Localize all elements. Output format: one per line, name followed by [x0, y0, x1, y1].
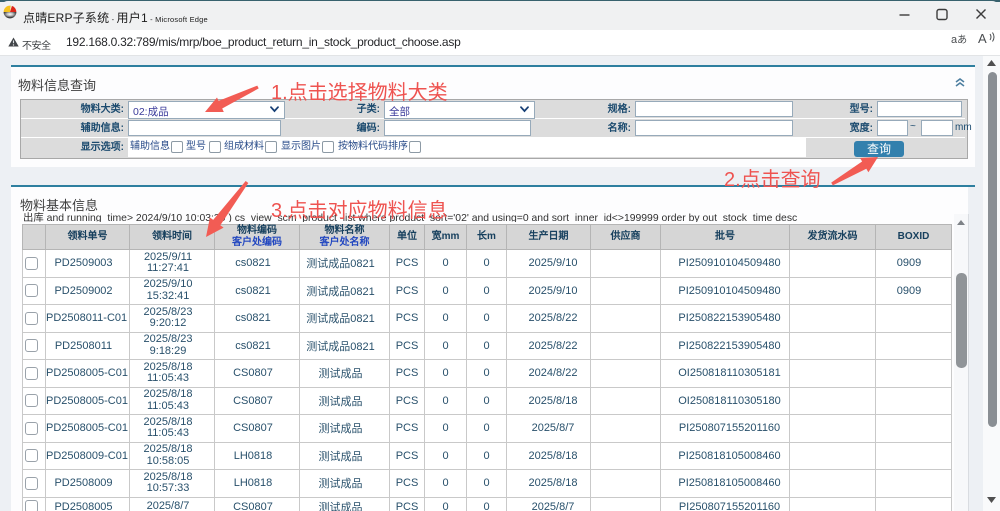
svg-text:A: A	[978, 31, 987, 46]
